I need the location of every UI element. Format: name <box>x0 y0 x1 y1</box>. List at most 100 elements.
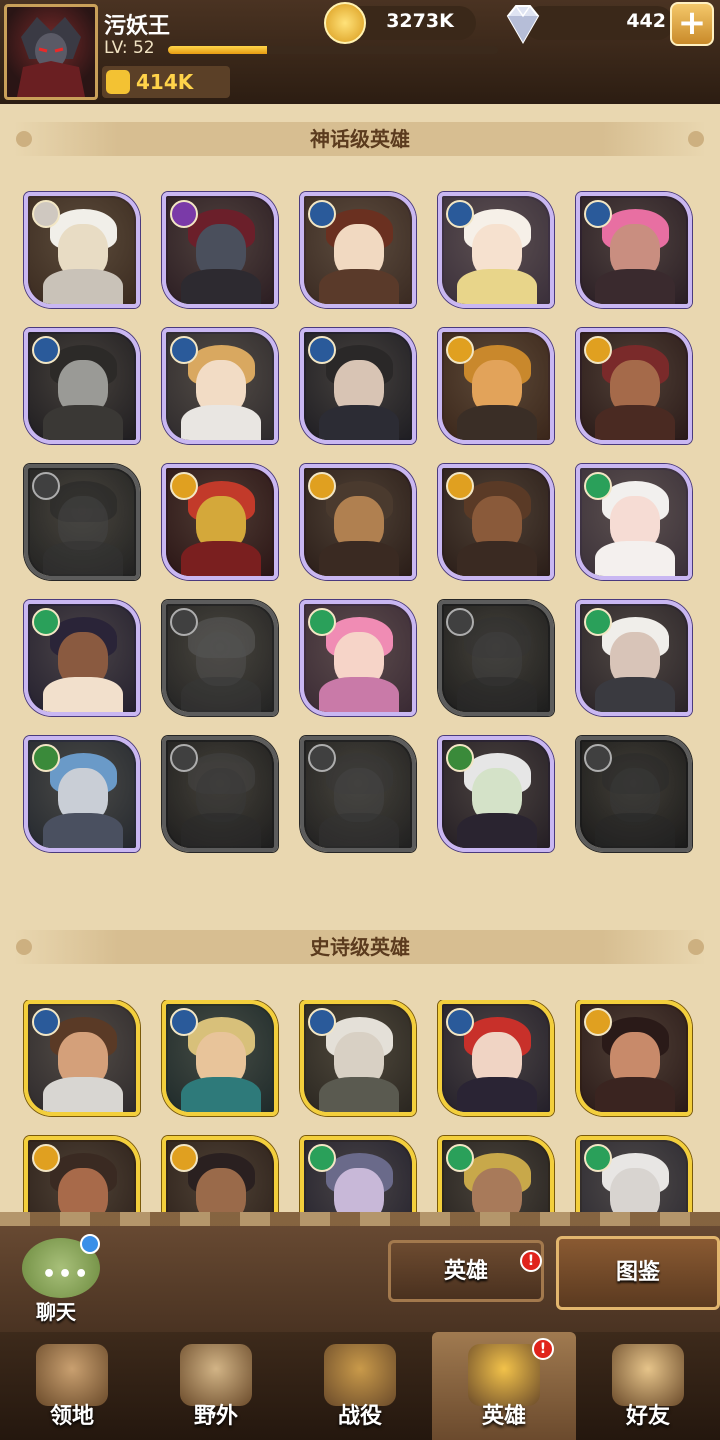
hero-card[interactable] <box>438 1136 554 1212</box>
sun-faction-icon <box>32 472 60 500</box>
forest-faction-icon <box>584 608 612 636</box>
hero-body <box>181 269 262 304</box>
power-value: 414K <box>136 70 194 94</box>
star-faction-icon <box>32 1008 60 1036</box>
nav-item-1[interactable]: 野外 <box>144 1332 288 1440</box>
hero-body <box>319 269 400 304</box>
hero-card[interactable] <box>162 328 278 444</box>
hero-body <box>595 813 676 848</box>
sun-faction-icon <box>32 1144 60 1172</box>
top-bar: 污妖王 LV: 52 414K 3273K 442 + <box>0 0 720 104</box>
hero-card[interactable] <box>300 192 416 308</box>
hero-body <box>181 813 262 848</box>
epic-section-title: 史诗级英雄 <box>310 935 410 959</box>
ornament-icon <box>16 939 32 955</box>
hero-card[interactable] <box>576 1136 692 1212</box>
hero-card[interactable] <box>24 192 140 308</box>
hero-body <box>43 813 124 848</box>
hero-card[interactable] <box>300 464 416 580</box>
hero-card[interactable] <box>300 736 416 852</box>
hero-card[interactable] <box>576 464 692 580</box>
heroes-tab-button[interactable]: 英雄 <box>388 1240 544 1302</box>
light-faction-icon <box>32 200 60 228</box>
map-scroll-icon <box>180 1344 252 1406</box>
forest-faction-icon <box>32 608 60 636</box>
nav-label: 战役 <box>337 1404 382 1429</box>
hero-face <box>472 1168 522 1212</box>
nav-item-4[interactable]: 好友 <box>576 1332 720 1440</box>
hero-face <box>58 1168 108 1212</box>
star-faction-icon <box>446 200 474 228</box>
hero-body <box>457 541 538 576</box>
nav-item-2[interactable]: 战役 <box>288 1332 432 1440</box>
hero-body <box>595 541 676 576</box>
hero-card[interactable] <box>300 1136 416 1212</box>
hero-body <box>595 677 676 712</box>
hero-card[interactable] <box>24 736 140 852</box>
fist-icon <box>106 70 130 94</box>
hero-card[interactable] <box>576 192 692 308</box>
star-faction-icon <box>308 336 336 364</box>
hero-body <box>457 677 538 712</box>
hero-card[interactable] <box>162 736 278 852</box>
hero-card[interactable] <box>438 600 554 716</box>
hero-card[interactable] <box>300 328 416 444</box>
hero-face <box>610 1168 660 1212</box>
hero-card[interactable] <box>24 1000 140 1116</box>
hero-body <box>457 813 538 848</box>
heroes-tab-label: 英雄 <box>443 1259 488 1284</box>
hero-card[interactable] <box>162 1000 278 1116</box>
codex-tab-button[interactable]: 图鉴 <box>556 1236 720 1310</box>
hero-card[interactable] <box>162 464 278 580</box>
hero-card[interactable] <box>162 192 278 308</box>
gold-coin-icon <box>324 2 366 44</box>
hero-body <box>595 1077 676 1112</box>
epic-hero-grid <box>0 1000 720 1212</box>
player-level: LV: 52 <box>104 38 155 58</box>
hero-card[interactable] <box>438 192 554 308</box>
hero-body <box>181 1077 262 1112</box>
hero-card[interactable] <box>24 1136 140 1212</box>
player-avatar[interactable] <box>4 4 98 100</box>
nav-item-0[interactable]: 领地 <box>0 1332 144 1440</box>
eye-faction-icon <box>584 744 612 772</box>
star-faction-icon <box>308 1008 336 1036</box>
avatar-portrait <box>17 17 85 97</box>
hero-card[interactable] <box>576 736 692 852</box>
hero-card[interactable] <box>576 600 692 716</box>
hero-nav-alert-icon: ! <box>532 1338 554 1360</box>
codex-tab-label: 图鉴 <box>615 1260 660 1285</box>
hero-body <box>457 405 538 440</box>
helmet-icon <box>468 1344 540 1406</box>
hero-card[interactable] <box>24 328 140 444</box>
hero-body <box>319 541 400 576</box>
nav-label: 好友 <box>625 1404 670 1429</box>
hero-body <box>181 405 262 440</box>
hero-card[interactable] <box>162 600 278 716</box>
hero-card[interactable] <box>24 464 140 580</box>
castle-icon <box>36 1344 108 1406</box>
hero-card[interactable] <box>300 600 416 716</box>
hero-card[interactable] <box>24 600 140 716</box>
star-faction-icon <box>584 200 612 228</box>
mythic-section-title: 神话级英雄 <box>310 127 410 151</box>
player-name: 污妖王 <box>104 14 171 39</box>
star-faction-icon <box>170 1008 198 1036</box>
hero-card[interactable] <box>438 328 554 444</box>
hero-body <box>181 541 262 576</box>
chat-notification-dot <box>80 1234 100 1254</box>
hero-card[interactable] <box>162 1136 278 1212</box>
eye-faction-icon <box>170 744 198 772</box>
hero-card[interactable] <box>438 736 554 852</box>
hero-card[interactable] <box>438 464 554 580</box>
sun-faction-icon <box>584 1008 612 1036</box>
hero-card[interactable] <box>300 1000 416 1116</box>
star-faction-icon <box>446 1008 474 1036</box>
hero-card[interactable] <box>438 1000 554 1116</box>
forest-faction-icon <box>446 608 474 636</box>
add-gems-button[interactable]: + <box>670 2 714 46</box>
nav-item-3[interactable]: 英雄 <box>432 1332 576 1440</box>
hero-card[interactable] <box>576 1000 692 1116</box>
nav-label: 领地 <box>49 1404 94 1429</box>
hero-card[interactable] <box>576 328 692 444</box>
